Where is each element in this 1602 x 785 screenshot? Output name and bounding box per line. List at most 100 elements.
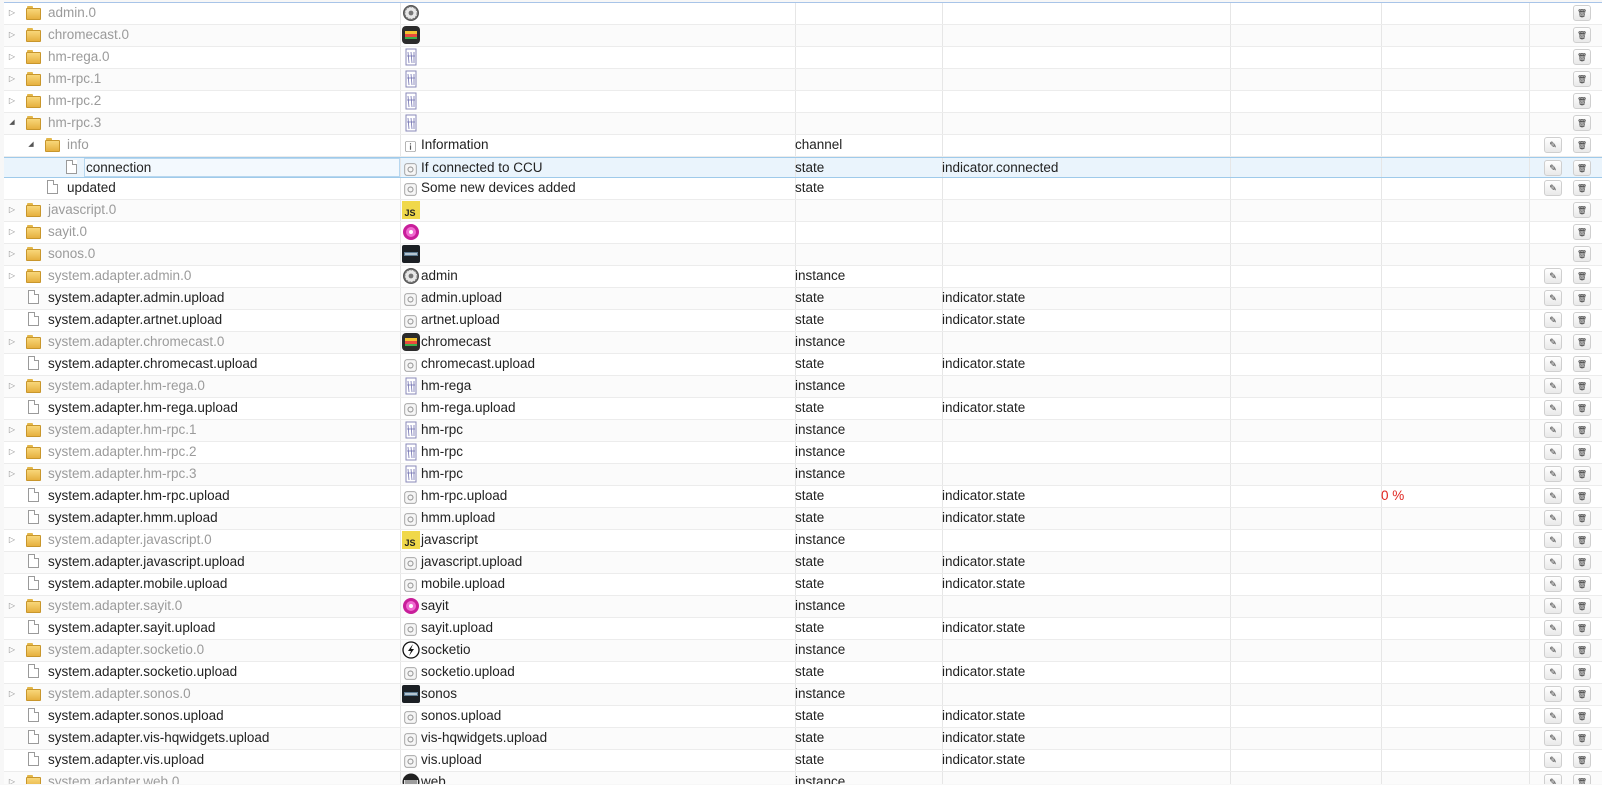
edit-button[interactable]: ✎ bbox=[1544, 598, 1562, 614]
tree-row[interactable]: ▷ sayit.0 🗑 bbox=[4, 222, 1602, 244]
edit-button[interactable]: ✎ bbox=[1544, 378, 1562, 394]
delete-button[interactable]: 🗑 bbox=[1573, 752, 1591, 768]
delete-button[interactable]: 🗑 bbox=[1573, 708, 1591, 724]
delete-button[interactable]: 🗑 bbox=[1573, 554, 1591, 570]
delete-button[interactable]: 🗑 bbox=[1573, 71, 1591, 87]
delete-button[interactable]: 🗑 bbox=[1573, 160, 1591, 176]
tree-row[interactable]: ▷ admin.0 🗑 bbox=[4, 3, 1602, 25]
tree-row[interactable]: ▷ chromecast.0 🗑 bbox=[4, 25, 1602, 47]
collapse-icon[interactable]: ◢ bbox=[25, 135, 37, 155]
edit-button[interactable]: ✎ bbox=[1544, 620, 1562, 636]
expand-icon[interactable]: ▷ bbox=[6, 464, 18, 484]
tree-row[interactable]: system.adapter.hm-rega.upload hm-rega.upl… bbox=[4, 398, 1602, 420]
edit-button[interactable]: ✎ bbox=[1544, 268, 1562, 284]
tree-row[interactable]: system.adapter.admin.upload admin.upload s… bbox=[4, 288, 1602, 310]
delete-button[interactable]: 🗑 bbox=[1573, 598, 1591, 614]
delete-button[interactable]: 🗑 bbox=[1573, 422, 1591, 438]
edit-button[interactable]: ✎ bbox=[1544, 642, 1562, 658]
delete-button[interactable]: 🗑 bbox=[1573, 312, 1591, 328]
expand-icon[interactable]: ▷ bbox=[6, 442, 18, 462]
edit-button[interactable]: ✎ bbox=[1544, 708, 1562, 724]
tree-row[interactable]: ▷ hm-rpc.2 🗑 bbox=[4, 91, 1602, 113]
edit-button[interactable]: ✎ bbox=[1544, 180, 1562, 196]
expand-icon[interactable]: ▷ bbox=[6, 69, 18, 89]
tree-row[interactable]: system.adapter.artnet.upload artnet.uploa… bbox=[4, 310, 1602, 332]
delete-button[interactable]: 🗑 bbox=[1573, 137, 1591, 153]
tree-row[interactable]: system.adapter.vis.upload vis.upload state… bbox=[4, 750, 1602, 772]
tree-row[interactable]: ◢ info Information channel ✎ 🗑 bbox=[4, 135, 1602, 157]
delete-button[interactable]: 🗑 bbox=[1573, 576, 1591, 592]
expand-icon[interactable]: ▷ bbox=[6, 332, 18, 352]
expand-icon[interactable]: ▷ bbox=[6, 47, 18, 67]
tree-row[interactable]: ▷ system.adapter.socketio.0 socketio instan… bbox=[4, 640, 1602, 662]
delete-button[interactable]: 🗑 bbox=[1573, 620, 1591, 636]
tree-row[interactable]: ▷ system.adapter.hm-rega.0 hm-rega instance… bbox=[4, 376, 1602, 398]
tree-row[interactable]: system.adapter.sonos.upload sonos.upload s… bbox=[4, 706, 1602, 728]
edit-button[interactable]: ✎ bbox=[1544, 686, 1562, 702]
tree-row[interactable]: ▷ system.adapter.sayit.0 sayit instance ✎ 🗑 bbox=[4, 596, 1602, 618]
expand-icon[interactable]: ▷ bbox=[6, 640, 18, 660]
expand-icon[interactable]: ▷ bbox=[6, 25, 18, 45]
edit-button[interactable]: ✎ bbox=[1544, 488, 1562, 504]
edit-button[interactable]: ✎ bbox=[1544, 730, 1562, 746]
tree-row[interactable]: system.adapter.javascript.upload javascri… bbox=[4, 552, 1602, 574]
expand-icon[interactable]: ▷ bbox=[6, 376, 18, 396]
objects-tree-grid[interactable]: ▷ admin.0 🗑 ▷ chromecast.0 🗑 ▷ hm-rega.0 🗑 ▷ hm-rp… bbox=[4, 2, 1602, 784]
edit-button[interactable]: ✎ bbox=[1544, 422, 1562, 438]
tree-row[interactable]: system.adapter.sayit.upload sayit.upload s… bbox=[4, 618, 1602, 640]
delete-button[interactable]: 🗑 bbox=[1573, 5, 1591, 21]
tree-row[interactable]: system.adapter.socketio.upload socketio.u… bbox=[4, 662, 1602, 684]
edit-button[interactable]: ✎ bbox=[1544, 510, 1562, 526]
expand-icon[interactable]: ▷ bbox=[6, 3, 18, 23]
edit-button[interactable]: ✎ bbox=[1544, 532, 1562, 548]
tree-row[interactable]: system.adapter.chromecast.upload chromeca… bbox=[4, 354, 1602, 376]
delete-button[interactable]: 🗑 bbox=[1573, 730, 1591, 746]
delete-button[interactable]: 🗑 bbox=[1573, 444, 1591, 460]
expand-icon[interactable]: ▷ bbox=[6, 772, 18, 784]
delete-button[interactable]: 🗑 bbox=[1573, 93, 1591, 109]
delete-button[interactable]: 🗑 bbox=[1573, 115, 1591, 131]
edit-button[interactable]: ✎ bbox=[1544, 137, 1562, 153]
edit-button[interactable]: ✎ bbox=[1544, 356, 1562, 372]
edit-button[interactable]: ✎ bbox=[1544, 466, 1562, 482]
tree-row[interactable]: connection If connected to CCU state indica… bbox=[4, 157, 1602, 178]
delete-button[interactable]: 🗑 bbox=[1573, 49, 1591, 65]
edit-button[interactable]: ✎ bbox=[1544, 290, 1562, 306]
tree-row[interactable]: ▷ hm-rega.0 🗑 bbox=[4, 47, 1602, 69]
delete-button[interactable]: 🗑 bbox=[1573, 774, 1591, 784]
expand-icon[interactable]: ▷ bbox=[6, 91, 18, 111]
edit-button[interactable]: ✎ bbox=[1544, 444, 1562, 460]
edit-button[interactable]: ✎ bbox=[1544, 664, 1562, 680]
edit-button[interactable]: ✎ bbox=[1544, 312, 1562, 328]
edit-button[interactable]: ✎ bbox=[1544, 576, 1562, 592]
edit-button[interactable]: ✎ bbox=[1544, 554, 1562, 570]
tree-row[interactable]: system.adapter.mobile.upload mobile.uploa… bbox=[4, 574, 1602, 596]
tree-row[interactable]: ▷ javascript.0 JS 🗑 bbox=[4, 200, 1602, 222]
edit-button[interactable]: ✎ bbox=[1544, 334, 1562, 350]
delete-button[interactable]: 🗑 bbox=[1573, 642, 1591, 658]
expand-icon[interactable]: ▷ bbox=[6, 222, 18, 242]
expand-icon[interactable]: ▷ bbox=[6, 266, 18, 286]
tree-row[interactable]: ▷ system.adapter.hm-rpc.2 hm-rpc instance ✎ 🗑 bbox=[4, 442, 1602, 464]
tree-row[interactable]: ▷ system.adapter.sonos.0 sonos instance ✎ 🗑 bbox=[4, 684, 1602, 706]
edit-button[interactable]: ✎ bbox=[1544, 752, 1562, 768]
delete-button[interactable]: 🗑 bbox=[1573, 356, 1591, 372]
delete-button[interactable]: 🗑 bbox=[1573, 664, 1591, 680]
delete-button[interactable]: 🗑 bbox=[1573, 686, 1591, 702]
delete-button[interactable]: 🗑 bbox=[1573, 532, 1591, 548]
edit-button[interactable]: ✎ bbox=[1544, 774, 1562, 784]
tree-row[interactable]: ▷ system.adapter.hm-rpc.3 hm-rpc instance ✎ 🗑 bbox=[4, 464, 1602, 486]
tree-row[interactable]: system.adapter.vis-hqwidgets.upload vis-h… bbox=[4, 728, 1602, 750]
delete-button[interactable]: 🗑 bbox=[1573, 488, 1591, 504]
delete-button[interactable]: 🗑 bbox=[1573, 268, 1591, 284]
delete-button[interactable]: 🗑 bbox=[1573, 510, 1591, 526]
tree-row[interactable]: updated Some new devices added state ✎ 🗑 bbox=[4, 178, 1602, 200]
delete-button[interactable]: 🗑 bbox=[1573, 224, 1591, 240]
expand-icon[interactable]: ▷ bbox=[6, 596, 18, 616]
delete-button[interactable]: 🗑 bbox=[1573, 466, 1591, 482]
expand-icon[interactable]: ▷ bbox=[6, 420, 18, 440]
tree-row[interactable]: ▷ hm-rpc.1 🗑 bbox=[4, 69, 1602, 91]
tree-row[interactable]: ◢ hm-rpc.3 🗑 bbox=[4, 113, 1602, 135]
tree-row[interactable]: ▷ sonos.0 🗑 bbox=[4, 244, 1602, 266]
expand-icon[interactable]: ▷ bbox=[6, 244, 18, 264]
